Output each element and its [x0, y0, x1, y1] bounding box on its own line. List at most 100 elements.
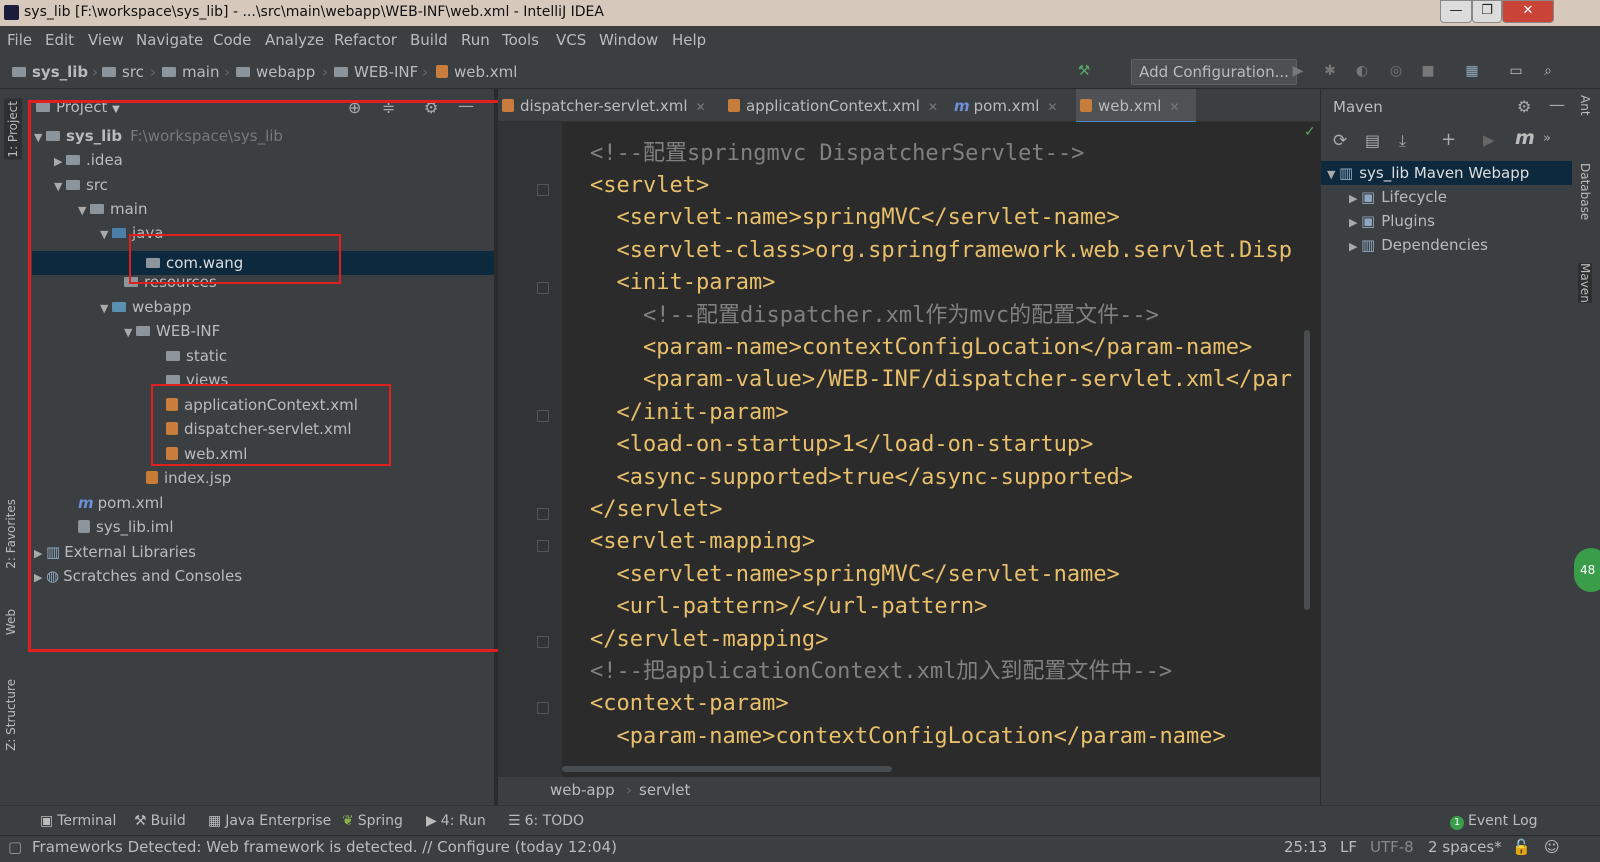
- fold-marker[interactable]: [537, 508, 549, 520]
- tab-web-xml[interactable]: web.xml ✕: [1080, 97, 1180, 115]
- breadcrumb-web-inf[interactable]: WEB-INF: [334, 63, 418, 81]
- fold-marker[interactable]: [537, 540, 549, 552]
- breadcrumb-webapp[interactable]: webapp: [236, 63, 315, 81]
- ant-tool-tab[interactable]: Ant: [1578, 95, 1592, 116]
- inspection-ok-icon[interactable]: ✓: [1304, 124, 1316, 140]
- fold-marker[interactable]: [537, 184, 549, 196]
- maven-root-project[interactable]: ▼ ▥ sys_lib Maven Webapp: [1327, 161, 1529, 185]
- menu-tools[interactable]: Tools: [502, 31, 539, 49]
- right-tool-stripe: Ant Database Maven: [1572, 89, 1600, 805]
- menu-help[interactable]: Help: [672, 31, 706, 49]
- indent-setting[interactable]: 2 spaces*: [1428, 838, 1502, 856]
- run-tool-button[interactable]: ▶ 4: Run: [426, 813, 486, 829]
- terminal-tool-button[interactable]: ▣ Terminal: [40, 813, 116, 829]
- close-tab-icon[interactable]: ✕: [928, 100, 938, 114]
- breadcrumb-sys-lib[interactable]: sys_lib: [12, 63, 88, 81]
- fold-marker[interactable]: [537, 702, 549, 714]
- search-icon[interactable]: ⌕: [1540, 63, 1556, 79]
- stop-icon[interactable]: ■: [1420, 63, 1436, 79]
- favorites-tool-tab[interactable]: 2: Favorites: [4, 499, 18, 569]
- toggle-tool-windows-icon[interactable]: ▢: [8, 838, 22, 856]
- hide-panel-icon[interactable]: —: [1549, 95, 1565, 114]
- database-tool-tab[interactable]: Database: [1578, 163, 1592, 220]
- todo-tool-button[interactable]: ☰ 6: TODO: [508, 813, 584, 829]
- menu-view[interactable]: View: [88, 31, 124, 49]
- layout-icon[interactable]: ▭: [1508, 63, 1524, 79]
- editor-gutter: [498, 122, 562, 777]
- java-enterprise-tool-button[interactable]: ▦ Java Enterprise: [208, 813, 331, 829]
- profile-icon[interactable]: ◎: [1388, 63, 1404, 79]
- menu-file[interactable]: File: [7, 31, 32, 49]
- add-icon[interactable]: +: [1441, 129, 1456, 150]
- maximize-button[interactable]: ❐: [1472, 0, 1502, 23]
- xml-file-icon: [436, 65, 448, 78]
- generate-sources-icon[interactable]: ▤: [1365, 131, 1380, 150]
- inspector-icon[interactable]: ☺: [1544, 838, 1560, 856]
- maven-goal-icon[interactable]: m: [1515, 127, 1535, 149]
- structure-tool-tab[interactable]: Z: Structure: [4, 679, 18, 751]
- code-line: <!--配置springmvc DispatcherServlet-->: [590, 141, 1085, 166]
- add-configuration-button[interactable]: Add Configuration...: [1131, 59, 1297, 85]
- project-tool-tab[interactable]: 1: Project: [4, 99, 22, 160]
- build-tool-button[interactable]: ⚒ Build: [134, 813, 186, 829]
- menu-window[interactable]: Window: [599, 31, 658, 49]
- line-separator[interactable]: LF: [1340, 838, 1357, 856]
- tab-dispatcher-servlet-xml[interactable]: dispatcher-servlet.xml ✕: [502, 97, 706, 115]
- close-tab-icon[interactable]: ✕: [696, 100, 706, 114]
- close-window-button[interactable]: ✕: [1502, 0, 1554, 23]
- build-hammer-icon[interactable]: ⚒: [1076, 63, 1092, 79]
- folder-icon: [334, 67, 348, 77]
- fold-marker[interactable]: [537, 636, 549, 648]
- caret-position[interactable]: 25:13: [1284, 838, 1327, 856]
- tab-application-context-xml[interactable]: applicationContext.xml ✕: [728, 97, 938, 115]
- project-structure-icon[interactable]: ▦: [1464, 63, 1480, 79]
- file-encoding[interactable]: UTF-8: [1370, 838, 1414, 856]
- download-icon[interactable]: ⤓: [1399, 131, 1406, 151]
- breadcrumb-src[interactable]: src: [102, 63, 144, 81]
- menu-build[interactable]: Build: [410, 31, 448, 49]
- menu-refactor[interactable]: Refactor: [334, 31, 397, 49]
- maven-tool-tab[interactable]: Maven: [1578, 263, 1592, 303]
- code-line: <servlet-class>org.springframework.web.s…: [590, 238, 1292, 263]
- progress-badge[interactable]: 48: [1574, 548, 1600, 592]
- breadcrumb-servlet[interactable]: servlet: [639, 781, 690, 799]
- breadcrumb-web-app[interactable]: web-app: [550, 781, 615, 799]
- run-icon[interactable]: ▶: [1290, 63, 1306, 79]
- menu-navigate[interactable]: Navigate: [136, 31, 203, 49]
- lock-icon[interactable]: 🔓: [1512, 838, 1531, 856]
- code-line: <servlet-name>springMVC</servlet-name>: [590, 562, 1120, 587]
- reload-icon[interactable]: ⟳: [1333, 131, 1347, 151]
- close-tab-icon[interactable]: ✕: [1047, 100, 1057, 114]
- horizontal-scrollbar[interactable]: [562, 766, 892, 772]
- debug-icon[interactable]: ✱: [1322, 63, 1338, 79]
- gear-icon[interactable]: ⚙: [1517, 97, 1531, 116]
- menu-run[interactable]: Run: [461, 31, 490, 49]
- maven-item-lifecycle[interactable]: ▶ ▣ Lifecycle: [1349, 185, 1447, 209]
- more-icon[interactable]: »: [1543, 131, 1551, 146]
- spring-xml-icon: [728, 99, 740, 112]
- web-tool-tab[interactable]: Web: [4, 609, 18, 635]
- menu-analyze[interactable]: Analyze: [265, 31, 324, 49]
- folder-icon: [12, 67, 26, 77]
- tab-pom-xml[interactable]: m pom.xml ✕: [954, 97, 1057, 115]
- fold-marker[interactable]: [537, 410, 549, 422]
- spring-tool-button[interactable]: ❦ Spring: [342, 813, 403, 829]
- close-tab-icon[interactable]: ✕: [1169, 100, 1179, 114]
- breadcrumb-web-xml[interactable]: web.xml: [436, 63, 517, 81]
- code-editor[interactable]: <!--配置springmvc DispatcherServlet--> <se…: [562, 122, 1318, 777]
- menu-vcs[interactable]: VCS: [556, 31, 586, 49]
- vertical-scrollbar[interactable]: [1304, 330, 1310, 610]
- breadcrumb-main[interactable]: main: [162, 63, 219, 81]
- maven-item-plugins[interactable]: ▶ ▣ Plugins: [1349, 209, 1435, 233]
- run-maven-icon[interactable]: ▶: [1483, 131, 1495, 149]
- menu-edit[interactable]: Edit: [45, 31, 74, 49]
- event-log-tool-button[interactable]: 1 Event Log: [1450, 813, 1538, 830]
- minimize-button[interactable]: —: [1440, 0, 1472, 23]
- terminal-icon: ▣: [40, 813, 54, 829]
- maven-item-dependencies[interactable]: ▶ ▥ Dependencies: [1349, 233, 1488, 257]
- maven-icon: m: [954, 97, 970, 115]
- fold-marker[interactable]: [537, 282, 549, 294]
- coverage-icon[interactable]: ◐: [1354, 63, 1370, 79]
- status-message[interactable]: Frameworks Detected: Web framework is de…: [32, 838, 617, 856]
- menu-code[interactable]: Code: [213, 31, 251, 49]
